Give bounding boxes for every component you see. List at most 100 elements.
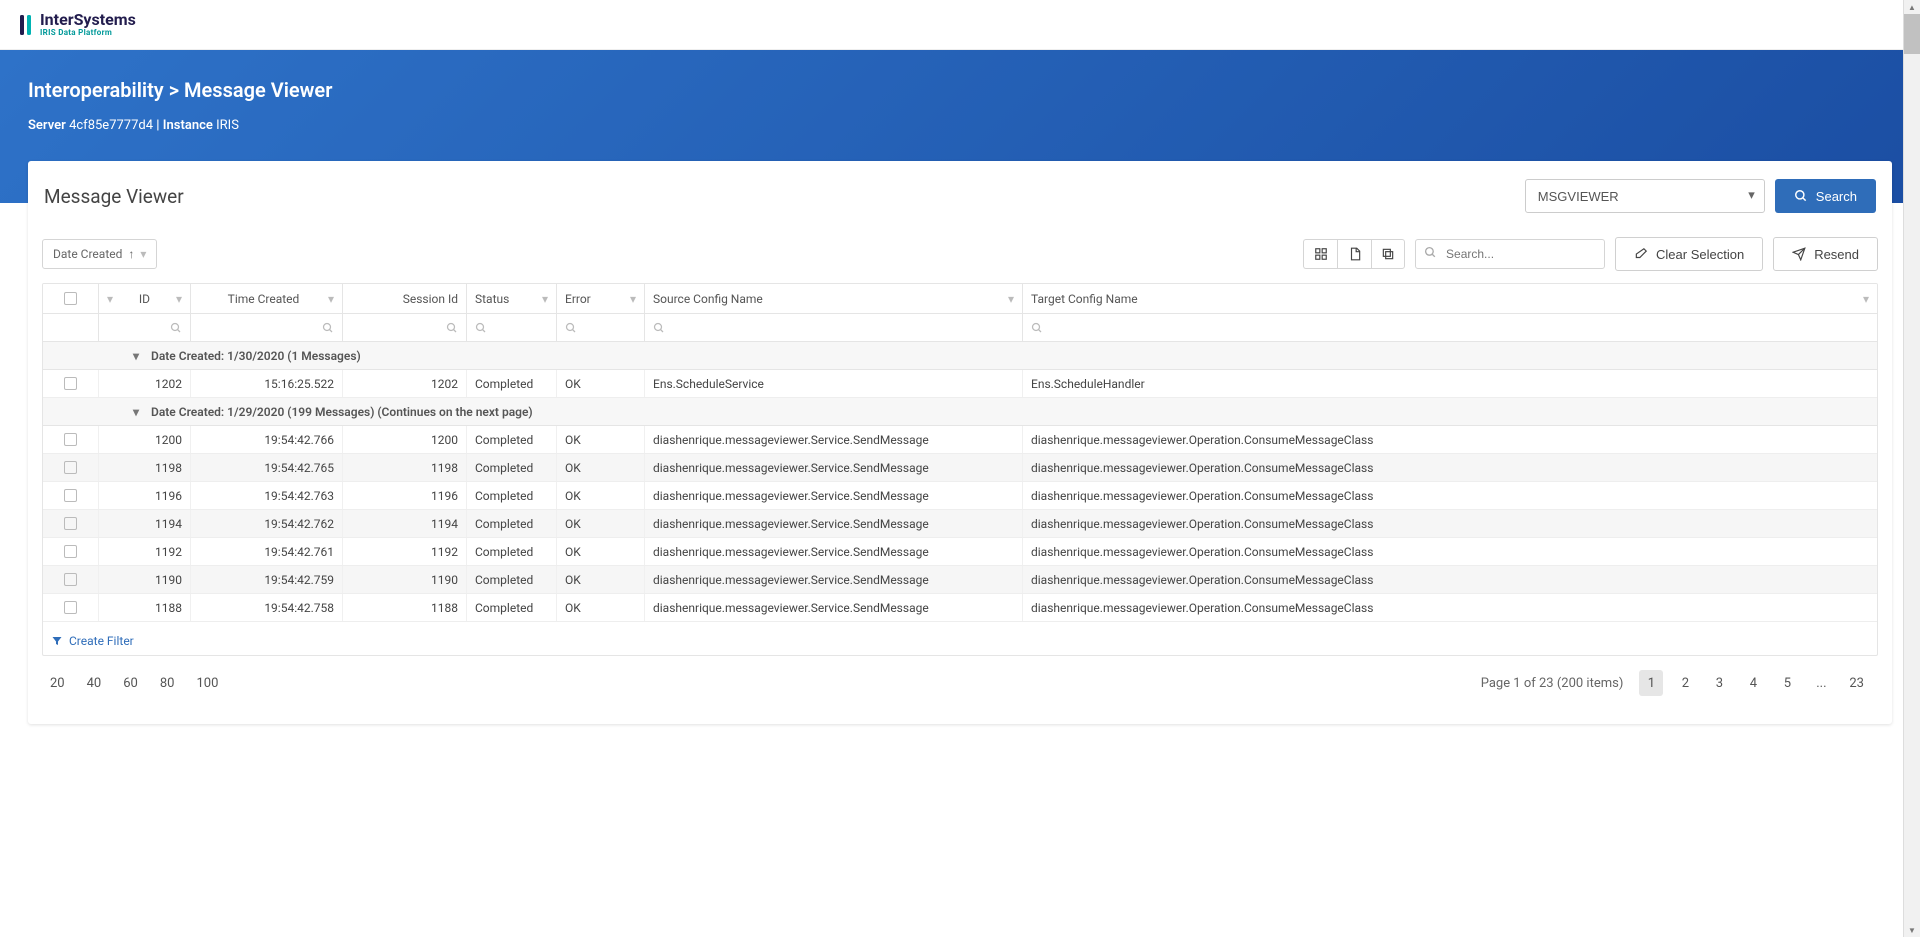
page-23[interactable]: 23 <box>1843 670 1870 696</box>
instance-value: IRIS <box>216 118 239 133</box>
filter-icon[interactable]: ▾ <box>630 292 636 306</box>
table-row[interactable]: 118819:54:42.7581188CompletedOKdiashenri… <box>43 594 1877 622</box>
create-filter-link[interactable]: Create Filter <box>51 634 134 648</box>
filter-id[interactable] <box>99 314 191 341</box>
header-source[interactable]: Source Config Name▾ <box>645 284 1023 313</box>
scrollbar-down-icon[interactable]: ▼ <box>1904 923 1920 937</box>
cell-status: Completed <box>467 454 557 481</box>
filter-icon[interactable]: ▾ <box>328 292 334 306</box>
table-row[interactable]: 120019:54:42.7661200CompletedOKdiashenri… <box>43 426 1877 454</box>
main-panel: Message Viewer ▾ Search Date Created ↑ ▾ <box>28 161 1892 724</box>
table-search-input[interactable] <box>1415 239 1605 269</box>
namespace-select[interactable]: ▾ <box>1525 179 1765 213</box>
row-checkbox[interactable] <box>64 461 77 474</box>
page-5[interactable]: 5 <box>1775 670 1799 696</box>
filter-icon[interactable]: ▾ <box>542 292 548 306</box>
filter-icon[interactable]: ▾ <box>1008 292 1014 306</box>
filter-session[interactable] <box>343 314 467 341</box>
row-checkbox[interactable] <box>64 573 77 586</box>
header-error[interactable]: Error▾ <box>557 284 645 313</box>
namespace-select-value[interactable] <box>1525 179 1765 213</box>
header-session[interactable]: Session Id <box>343 284 467 313</box>
filter-target[interactable] <box>1023 314 1877 341</box>
cell-error: OK <box>557 538 645 565</box>
page-3[interactable]: 3 <box>1707 670 1731 696</box>
cell-error: OK <box>557 510 645 537</box>
scrollbar-thumb[interactable] <box>1904 14 1920 54</box>
page-ellipsis: ... <box>1809 670 1833 696</box>
row-checkbox[interactable] <box>64 517 77 530</box>
page-1[interactable]: 1 <box>1639 670 1663 696</box>
table-row[interactable]: 119219:54:42.7611192CompletedOKdiashenri… <box>43 538 1877 566</box>
cell-source: diashenrique.messageviewer.Service.SendM… <box>645 454 1023 481</box>
export-button[interactable] <box>1337 239 1371 269</box>
page-size-100[interactable]: 100 <box>197 676 219 691</box>
cell-id: 1194 <box>99 510 191 537</box>
filter-source[interactable] <box>645 314 1023 341</box>
create-filter-label: Create Filter <box>69 634 134 648</box>
page-size-40[interactable]: 40 <box>87 676 102 691</box>
header-id[interactable]: ▾ID▾ <box>99 284 191 313</box>
row-checkbox[interactable] <box>64 433 77 446</box>
column-chooser-button[interactable] <box>1303 239 1337 269</box>
select-all-checkbox[interactable] <box>64 292 77 305</box>
clear-selection-label: Clear Selection <box>1656 247 1744 262</box>
brand-logo: InterSystems IRIS Data Platform <box>18 12 136 37</box>
scrollbar-up-icon[interactable]: ▲ <box>1904 0 1920 14</box>
header-time[interactable]: Time Created▾ <box>191 284 343 313</box>
table-row[interactable]: 119019:54:42.7591190CompletedOKdiashenri… <box>43 566 1877 594</box>
cell-time: 19:54:42.763 <box>191 482 343 509</box>
chevron-down-icon: ▾ <box>133 405 139 419</box>
cell-id: 1196 <box>99 482 191 509</box>
table-header: ▾ID▾ Time Created▾ Session Id Status▾ Er… <box>43 284 1877 314</box>
header-status[interactable]: Status▾ <box>467 284 557 313</box>
cell-session: 1198 <box>343 454 467 481</box>
search-icon <box>1424 246 1437 259</box>
cell-session: 1188 <box>343 594 467 621</box>
filter-icon: ▾ <box>107 292 113 306</box>
filter-error[interactable] <box>557 314 645 341</box>
table-row[interactable]: 119419:54:42.7621194CompletedOKdiashenri… <box>43 510 1877 538</box>
group-header[interactable]: ▾Date Created: 1/29/2020 (199 Messages) … <box>43 398 1877 426</box>
pagination: 20406080100 Page 1 of 23 (200 items) 123… <box>42 670 1878 696</box>
page-size-20[interactable]: 20 <box>50 676 65 691</box>
cell-status: Completed <box>467 594 557 621</box>
filter-icon[interactable]: ▾ <box>176 292 182 306</box>
instance-label: Instance <box>163 118 213 133</box>
row-checkbox[interactable] <box>64 545 77 558</box>
search-button[interactable]: Search <box>1775 179 1876 213</box>
cell-target: diashenrique.messageviewer.Operation.Con… <box>1023 510 1877 537</box>
group-header[interactable]: ▾Date Created: 1/30/2020 (1 Messages) <box>43 342 1877 370</box>
filter-status[interactable] <box>467 314 557 341</box>
cell-session: 1202 <box>343 370 467 397</box>
cell-source: diashenrique.messageviewer.Service.SendM… <box>645 482 1023 509</box>
message-table: ▾ID▾ Time Created▾ Session Id Status▾ Er… <box>42 283 1878 656</box>
page-2[interactable]: 2 <box>1673 670 1697 696</box>
cell-session: 1190 <box>343 566 467 593</box>
cell-id: 1188 <box>99 594 191 621</box>
clear-selection-button[interactable]: Clear Selection <box>1615 237 1763 271</box>
filter-time[interactable] <box>191 314 343 341</box>
page-size-80[interactable]: 80 <box>160 676 175 691</box>
resend-button[interactable]: Resend <box>1773 237 1878 271</box>
panel-title: Message Viewer <box>44 185 184 208</box>
table-row[interactable]: 119619:54:42.7631196CompletedOKdiashenri… <box>43 482 1877 510</box>
cell-error: OK <box>557 566 645 593</box>
cell-id: 1198 <box>99 454 191 481</box>
page-4[interactable]: 4 <box>1741 670 1765 696</box>
filter-icon[interactable]: ▾ <box>1863 292 1869 306</box>
row-checkbox[interactable] <box>64 601 77 614</box>
row-checkbox[interactable] <box>64 377 77 390</box>
header-target[interactable]: Target Config Name▾ <box>1023 284 1877 313</box>
table-row[interactable]: 120215:16:25.5221202CompletedOKEns.Sched… <box>43 370 1877 398</box>
filter-row <box>43 314 1877 342</box>
sort-chip[interactable]: Date Created ↑ ▾ <box>42 239 157 269</box>
cell-status: Completed <box>467 538 557 565</box>
copy-button[interactable] <box>1371 239 1405 269</box>
table-row[interactable]: 119819:54:42.7651198CompletedOKdiashenri… <box>43 454 1877 482</box>
cell-session: 1192 <box>343 538 467 565</box>
page-scrollbar[interactable]: ▲ ▼ <box>1903 0 1920 937</box>
cell-session: 1194 <box>343 510 467 537</box>
page-size-60[interactable]: 60 <box>123 676 138 691</box>
row-checkbox[interactable] <box>64 489 77 502</box>
